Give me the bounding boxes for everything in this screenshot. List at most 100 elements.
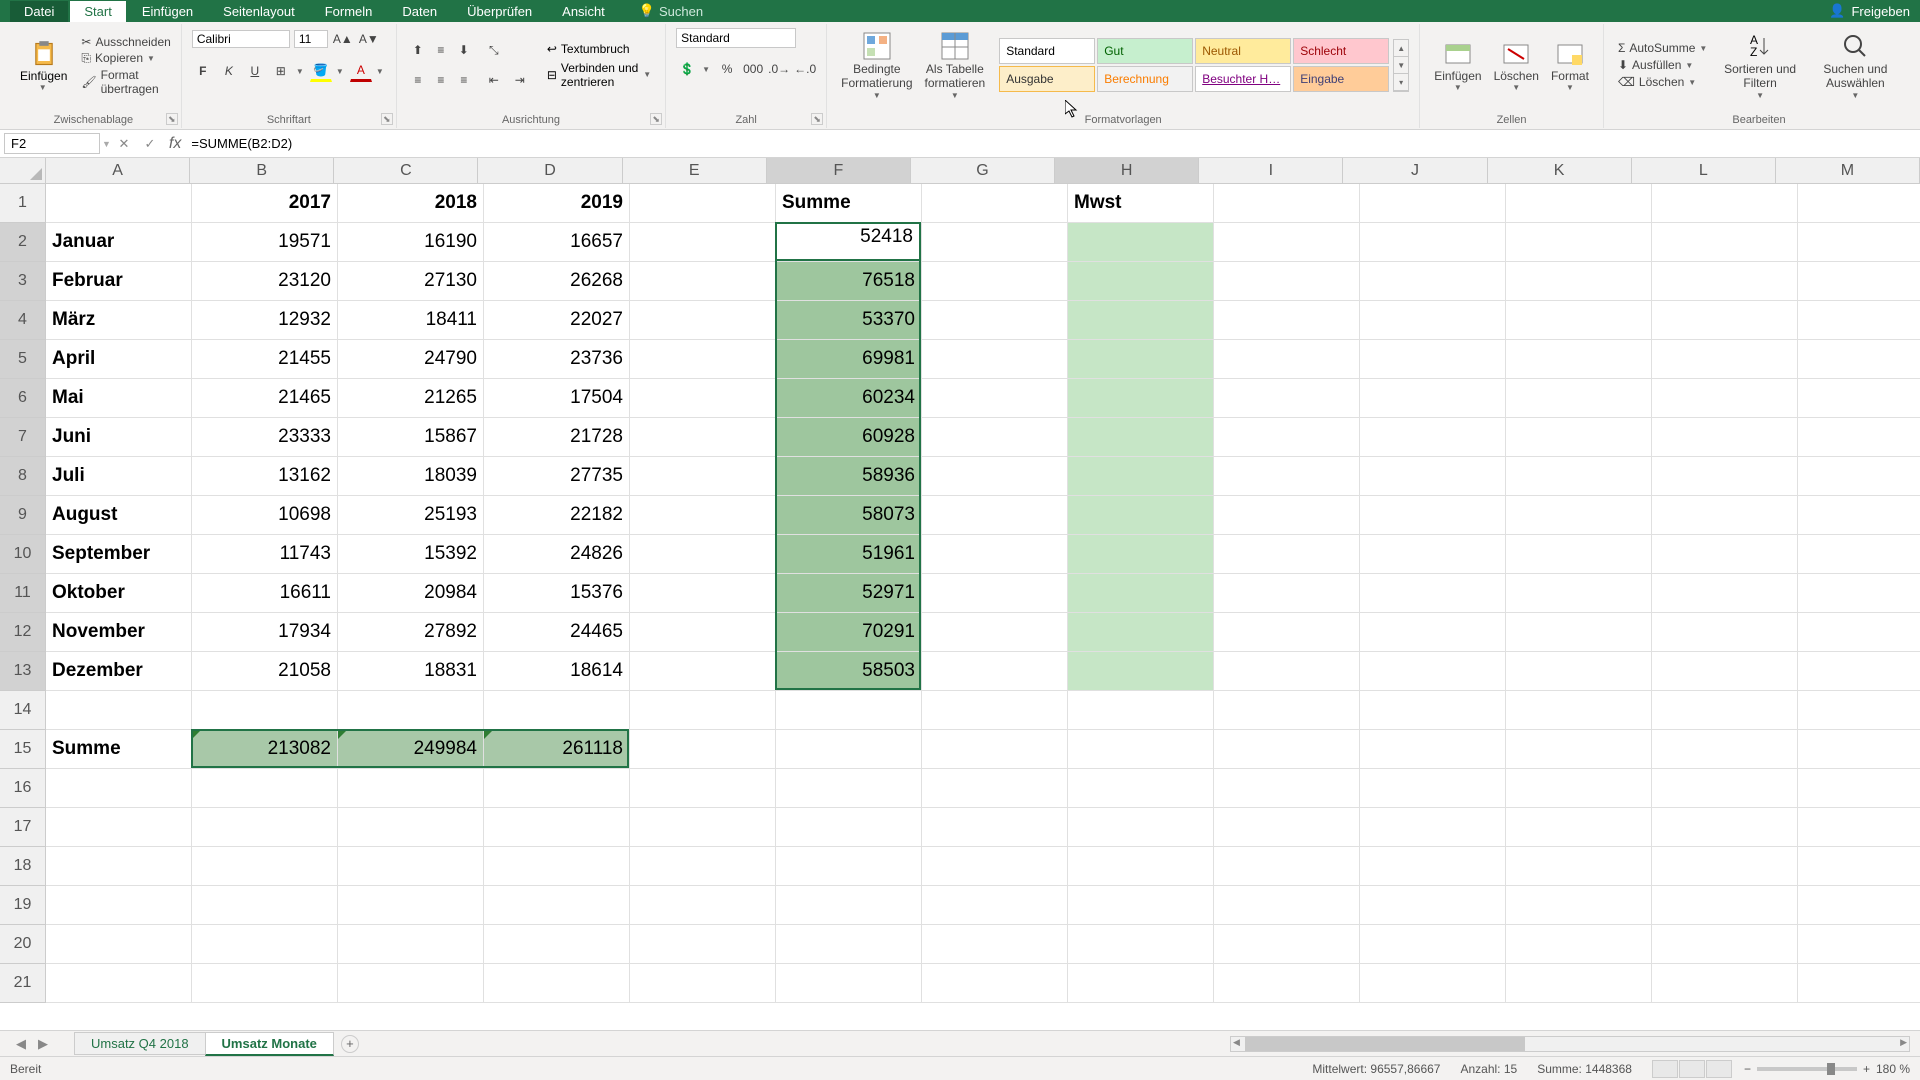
cancel-formula-button[interactable]: ✕ — [111, 136, 137, 152]
cell[interactable] — [1068, 964, 1214, 1003]
cell[interactable]: Summe — [46, 730, 192, 769]
cell[interactable] — [1506, 691, 1652, 730]
cell[interactable]: 24826 — [484, 535, 630, 574]
merge-center-button[interactable]: ⊟Verbinden und zentrieren▼ — [543, 59, 655, 91]
cell[interactable] — [1360, 964, 1506, 1003]
cell[interactable] — [922, 301, 1068, 340]
sheet-tab[interactable]: Umsatz Monate — [205, 1032, 334, 1056]
column-header[interactable]: B — [190, 158, 334, 184]
cell[interactable] — [192, 769, 338, 808]
cell[interactable] — [1652, 925, 1798, 964]
cell[interactable] — [1506, 184, 1652, 223]
cell[interactable] — [1506, 535, 1652, 574]
cell[interactable]: 23736 — [484, 340, 630, 379]
orientation-button[interactable]: ⤡ — [483, 39, 505, 61]
column-header[interactable]: I — [1199, 158, 1343, 184]
cell[interactable] — [1360, 691, 1506, 730]
cell[interactable] — [776, 847, 922, 886]
cell[interactable] — [630, 691, 776, 730]
cell[interactable] — [1360, 418, 1506, 457]
cell[interactable] — [1652, 184, 1798, 223]
row-header[interactable]: 14 — [0, 691, 46, 730]
cell[interactable]: Summe — [776, 184, 922, 223]
zoom-control[interactable]: −+ 180 % — [1744, 1062, 1910, 1076]
cell[interactable] — [484, 964, 630, 1003]
cell[interactable] — [1360, 301, 1506, 340]
dialog-launcher[interactable]: ⬊ — [381, 113, 393, 125]
row-header[interactable]: 20 — [0, 925, 46, 964]
cell-style-eingabe[interactable]: Eingabe — [1293, 66, 1389, 92]
cell[interactable] — [922, 418, 1068, 457]
cell[interactable]: 11743 — [192, 535, 338, 574]
cell[interactable] — [630, 964, 776, 1003]
cell[interactable] — [1798, 925, 1920, 964]
cell[interactable] — [1798, 223, 1920, 262]
cell[interactable] — [1506, 769, 1652, 808]
autosum-button[interactable]: ΣAutoSumme▼ — [1614, 40, 1713, 56]
cell[interactable]: 51961 — [776, 535, 922, 574]
cell[interactable] — [1360, 730, 1506, 769]
cell[interactable] — [1798, 847, 1920, 886]
cell[interactable] — [1068, 301, 1214, 340]
comma-button[interactable]: 000 — [742, 58, 764, 80]
cell[interactable] — [1360, 379, 1506, 418]
cell[interactable] — [1214, 886, 1360, 925]
row-header[interactable]: 11 — [0, 574, 46, 613]
cell[interactable] — [484, 691, 630, 730]
cell[interactable]: 2018 — [338, 184, 484, 223]
cell[interactable] — [484, 886, 630, 925]
row-header[interactable]: 5 — [0, 340, 46, 379]
cell[interactable] — [1652, 964, 1798, 1003]
cell[interactable]: 261118 — [484, 730, 630, 769]
cell[interactable]: 24790 — [338, 340, 484, 379]
cell[interactable] — [1798, 652, 1920, 691]
cell[interactable]: November — [46, 613, 192, 652]
cell[interactable] — [630, 262, 776, 301]
cell[interactable] — [1068, 340, 1214, 379]
cell[interactable] — [1214, 340, 1360, 379]
cell[interactable] — [1360, 613, 1506, 652]
cell[interactable] — [192, 808, 338, 847]
cell[interactable]: 16190 — [338, 223, 484, 262]
row-header[interactable]: 3 — [0, 262, 46, 301]
cell[interactable]: 52971 — [776, 574, 922, 613]
cell[interactable] — [1652, 262, 1798, 301]
horizontal-scrollbar[interactable]: ◀▶ — [1230, 1036, 1910, 1052]
cell[interactable]: 13162 — [192, 457, 338, 496]
cell[interactable] — [1214, 496, 1360, 535]
cell[interactable] — [484, 925, 630, 964]
tab-start[interactable]: Start — [70, 1, 125, 22]
cell[interactable] — [1068, 847, 1214, 886]
cell[interactable] — [1068, 886, 1214, 925]
accounting-format-button[interactable]: 💲 — [676, 58, 698, 80]
align-middle-button[interactable]: ≡ — [430, 39, 452, 61]
column-header[interactable]: H — [1055, 158, 1199, 184]
column-header[interactable]: F — [767, 158, 911, 184]
font-name-select[interactable] — [192, 30, 290, 48]
cell[interactable] — [338, 886, 484, 925]
cell[interactable] — [1506, 808, 1652, 847]
format-painter-button[interactable]: 🖌Format übertragen — [81, 68, 170, 96]
cell[interactable] — [46, 925, 192, 964]
cell[interactable]: Dezember — [46, 652, 192, 691]
cell[interactable]: 18614 — [484, 652, 630, 691]
cell[interactable]: 21465 — [192, 379, 338, 418]
cell[interactable] — [1360, 262, 1506, 301]
column-header[interactable]: M — [1776, 158, 1920, 184]
cell[interactable] — [1652, 535, 1798, 574]
cell[interactable] — [1214, 925, 1360, 964]
cell[interactable] — [1506, 613, 1652, 652]
cell[interactable]: 23333 — [192, 418, 338, 457]
view-buttons[interactable] — [1652, 1060, 1732, 1078]
cell[interactable] — [1506, 886, 1652, 925]
cell[interactable] — [776, 730, 922, 769]
cell[interactable] — [922, 340, 1068, 379]
cell[interactable] — [776, 691, 922, 730]
cell[interactable] — [1068, 808, 1214, 847]
cell[interactable]: 22182 — [484, 496, 630, 535]
row-header[interactable]: 10 — [0, 535, 46, 574]
tab-data[interactable]: Daten — [388, 1, 451, 22]
cell[interactable]: 76518 — [776, 262, 922, 301]
cell[interactable] — [922, 730, 1068, 769]
cell[interactable] — [46, 769, 192, 808]
